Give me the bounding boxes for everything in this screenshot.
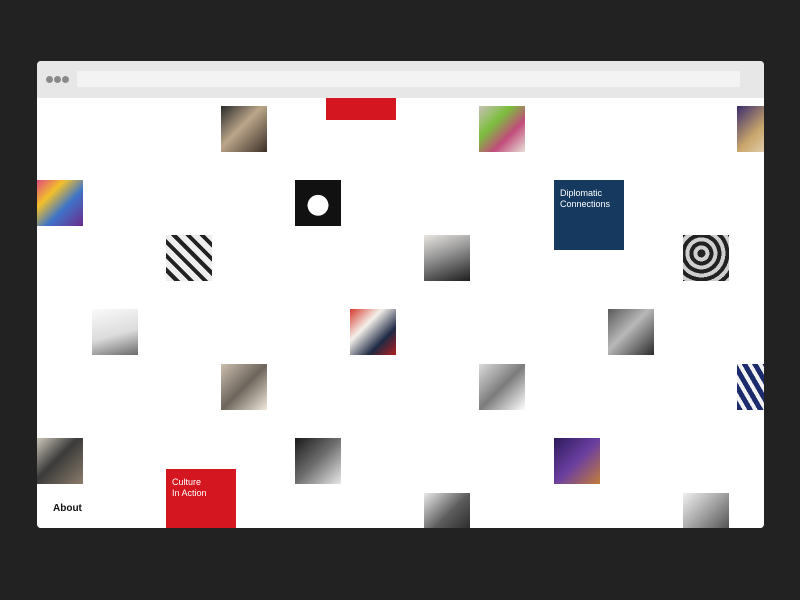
photo-rainbow-fabric[interactable] xyxy=(37,180,83,226)
photo-spirals[interactable] xyxy=(683,235,729,281)
card-title-line2: Connections xyxy=(560,199,611,209)
browser-toolbar xyxy=(37,61,764,98)
photo-signing-ceremony[interactable] xyxy=(350,309,396,355)
photo-grid-canvas: Diplomatic Connections Culture In Action… xyxy=(37,98,764,528)
window-control-dot[interactable] xyxy=(54,76,61,83)
photo-woman-portrait[interactable] xyxy=(424,235,470,281)
photo-people-gathering[interactable] xyxy=(608,309,654,355)
photo-colorful-art-top[interactable] xyxy=(479,106,525,152)
card-title-line1: Culture xyxy=(172,477,202,487)
window-control-dot[interactable] xyxy=(46,76,53,83)
url-bar[interactable] xyxy=(77,71,740,87)
photo-blue-pattern[interactable] xyxy=(737,364,764,410)
photo-soldiers[interactable] xyxy=(37,438,83,484)
photo-woman-desk[interactable] xyxy=(479,364,525,410)
photo-classroom[interactable] xyxy=(295,438,341,484)
culture-in-action-card[interactable]: Culture In Action xyxy=(166,469,236,528)
photo-boxing[interactable] xyxy=(424,493,470,528)
window-control-dot[interactable] xyxy=(62,76,69,83)
photo-purple-edge-top[interactable] xyxy=(737,106,764,152)
photo-gemini-sign[interactable] xyxy=(92,309,138,355)
photo-children[interactable] xyxy=(221,364,267,410)
card-title-line2: In Action xyxy=(172,488,207,498)
card-title-line1: Diplomatic xyxy=(560,188,603,198)
photo-cartoon-mouse[interactable] xyxy=(295,180,341,226)
about-link[interactable]: About xyxy=(53,503,82,514)
photo-ceramic-shoes[interactable] xyxy=(166,235,212,281)
photo-men-group[interactable] xyxy=(683,493,729,528)
photo-purple-people[interactable] xyxy=(554,438,600,484)
browser-window: Diplomatic Connections Culture In Action… xyxy=(37,61,764,528)
photo-hands-craft[interactable] xyxy=(221,106,267,152)
diplomatic-connections-card[interactable]: Diplomatic Connections xyxy=(554,180,624,250)
red-card-top[interactable] xyxy=(326,98,396,120)
